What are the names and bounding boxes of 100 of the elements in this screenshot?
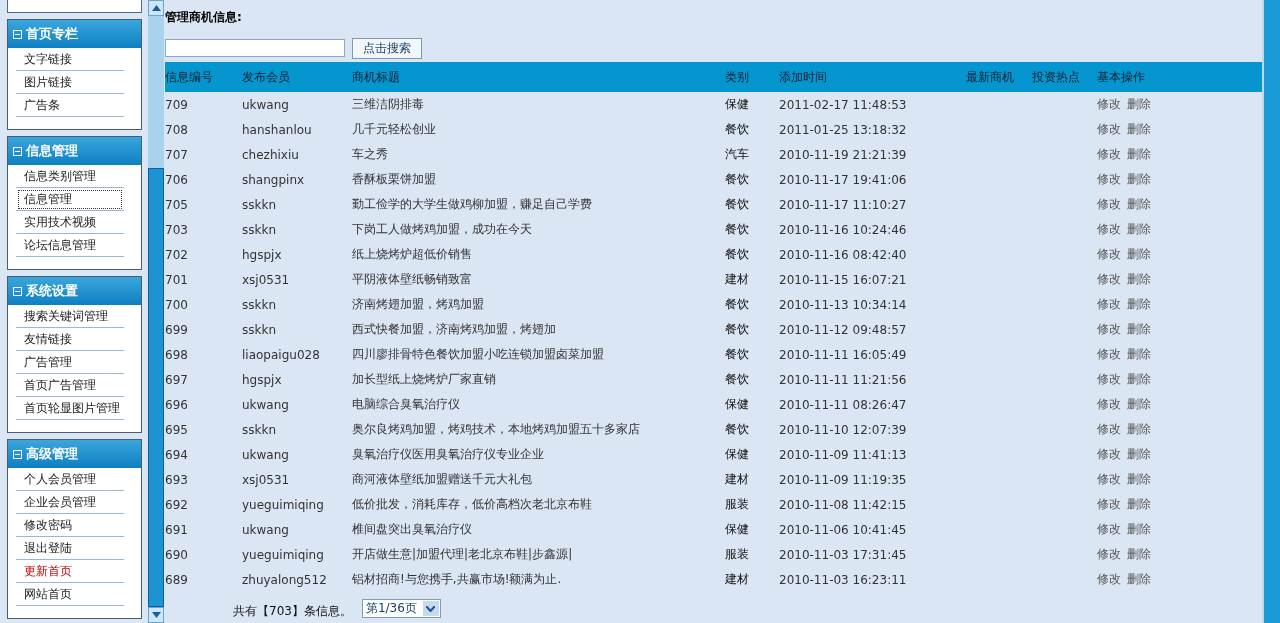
action-link[interactable]: 修改 [1097,421,1121,438]
action-link[interactable]: 删除 [1127,521,1151,538]
action-link[interactable]: 修改 [1097,471,1121,488]
action-link[interactable]: 删除 [1127,496,1151,513]
section-header[interactable]: 高级管理 [8,440,141,468]
action-link[interactable]: 修改 [1097,146,1121,163]
collapse-icon[interactable] [13,146,22,156]
action-link[interactable]: 删除 [1127,321,1151,338]
action-link[interactable]: 修改 [1097,571,1121,588]
collapse-icon[interactable] [13,449,22,459]
column-header: 类别 [725,68,750,86]
sidebar-link[interactable]: 首页轮显图片管理 [16,397,124,420]
action-link[interactable]: 修改 [1097,546,1121,563]
sidebar-link[interactable]: 修改密码 [16,514,124,537]
sidebar-link[interactable]: 信息管理 [16,188,124,211]
sidebar-link[interactable]: 个人会员管理 [16,468,124,491]
action-link[interactable]: 删除 [1127,471,1151,488]
column-header: 基本操作 [1097,68,1146,86]
action-link[interactable]: 修改 [1097,321,1121,338]
sidebar-link[interactable]: 文字链接 [16,48,124,71]
table-cell-text: 餐饮 [725,221,750,238]
table-cell-text: 2010-11-03 17:31:45 [779,547,908,562]
action-link[interactable]: 修改 [1097,121,1121,138]
action-link[interactable]: 删除 [1127,546,1151,563]
action-link[interactable]: 删除 [1127,246,1151,263]
sidebar-link[interactable]: 首页广告管理 [16,374,124,397]
action-link[interactable]: 修改 [1097,296,1121,313]
action-link[interactable]: 修改 [1097,246,1121,263]
section-header[interactable]: 信息管理 [8,137,141,165]
action-link[interactable]: 修改 [1097,346,1121,363]
column-header: 信息编号 [165,68,214,86]
action-link[interactable]: 修改 [1097,221,1121,238]
sidebar-link[interactable]: 论坛信息管理 [16,234,124,257]
table-cell-text: 餐饮 [725,171,750,188]
action-link[interactable]: 删除 [1127,571,1151,588]
action-link[interactable]: 删除 [1127,271,1151,288]
table-cell-text: 餐饮 [725,346,750,363]
table-cell-text: 2010-11-11 08:26:47 [779,397,908,412]
table-cell-text: xsj0531 [242,272,291,287]
sidebar-link[interactable]: 实用技术视频 [16,211,124,234]
sidebar-link[interactable]: 退出登陆 [16,537,124,560]
action-link[interactable]: 删除 [1127,396,1151,413]
action-link[interactable]: 修改 [1097,496,1121,513]
action-link[interactable]: 删除 [1127,346,1151,363]
action-link[interactable]: 删除 [1127,371,1151,388]
table-cell-text: sskkn [242,222,277,237]
action-link[interactable]: 删除 [1127,96,1151,113]
search-button[interactable]: 点击搜索 [352,37,422,59]
table-cell-text: ukwang [242,397,290,412]
action-link[interactable]: 修改 [1097,171,1121,188]
search-field[interactable] [165,39,345,57]
table-cell-text: 2010-11-09 11:41:13 [779,447,908,462]
table-cell-text: hgspjx [242,247,283,262]
sidebar-link[interactable]: 信息类别管理 [16,165,124,188]
action-link[interactable]: 修改 [1097,396,1121,413]
section-header[interactable]: 首页专栏 [8,20,141,48]
action-link[interactable]: 修改 [1097,96,1121,113]
action-link[interactable]: 删除 [1127,121,1151,138]
action-link[interactable]: 修改 [1097,371,1121,388]
page-title: 管理商机信息: [165,9,243,26]
table-cell-text: 2010-11-16 10:24:46 [779,222,908,237]
scrollbar[interactable] [148,0,164,623]
action-link[interactable]: 修改 [1097,446,1121,463]
scrollbar-thumb[interactable] [148,168,164,607]
table-cell-text: 建材 [725,571,750,588]
sidebar-link[interactable]: 广告管理 [16,351,124,374]
table-cell-text: 电脑综合臭氧治疗仪 [352,396,461,413]
table-cell-text: sskkn [242,297,277,312]
action-link[interactable]: 删除 [1127,221,1151,238]
section-header[interactable]: 系统设置 [8,277,141,305]
action-link[interactable]: 删除 [1127,446,1151,463]
sidebar-link[interactable]: 广告条 [16,94,124,117]
action-link[interactable]: 删除 [1127,146,1151,163]
collapse-icon[interactable] [13,286,22,296]
sidebar-link[interactable]: 图片链接 [16,71,124,94]
sidebar-link[interactable]: 更新首页 [16,560,124,583]
table-cell-text: 加长型纸上烧烤炉厂家直销 [352,371,497,388]
collapse-icon[interactable] [13,29,22,39]
action-link[interactable]: 删除 [1127,296,1151,313]
sidebar-link[interactable]: 网站首页 [16,583,124,606]
sidebar-link[interactable]: 搜索关键词管理 [16,305,124,328]
table-cell-text: 2010-11-08 11:42:15 [779,497,908,512]
action-link[interactable]: 删除 [1127,196,1151,213]
action-link[interactable]: 删除 [1127,421,1151,438]
section-title: 首页专栏 [26,25,78,43]
action-link[interactable]: 修改 [1097,196,1121,213]
page-select[interactable]: 第1/36页 [361,599,441,618]
table-cell-text: 保健 [725,446,750,463]
action-link[interactable]: 修改 [1097,271,1121,288]
table-cell-text: ukwang [242,447,290,462]
action-link[interactable]: 修改 [1097,521,1121,538]
sidebar-link[interactable]: 企业会员管理 [16,491,124,514]
section-title: 信息管理 [26,142,78,160]
scrollbar[interactable] [1262,0,1280,623]
sidebar-link[interactable]: 友情链接 [16,328,124,351]
table-cell-text: 保健 [725,521,750,538]
table-cell-text: 开店做生意|加盟代理|老北京布鞋|步鑫源| [352,546,574,563]
action-link[interactable]: 删除 [1127,171,1151,188]
table-cell-text: 奥尔良烤鸡加盟，烤鸡技术，本地烤鸡加盟五十多家店 [352,421,641,438]
table-cell-text: 餐饮 [725,371,750,388]
